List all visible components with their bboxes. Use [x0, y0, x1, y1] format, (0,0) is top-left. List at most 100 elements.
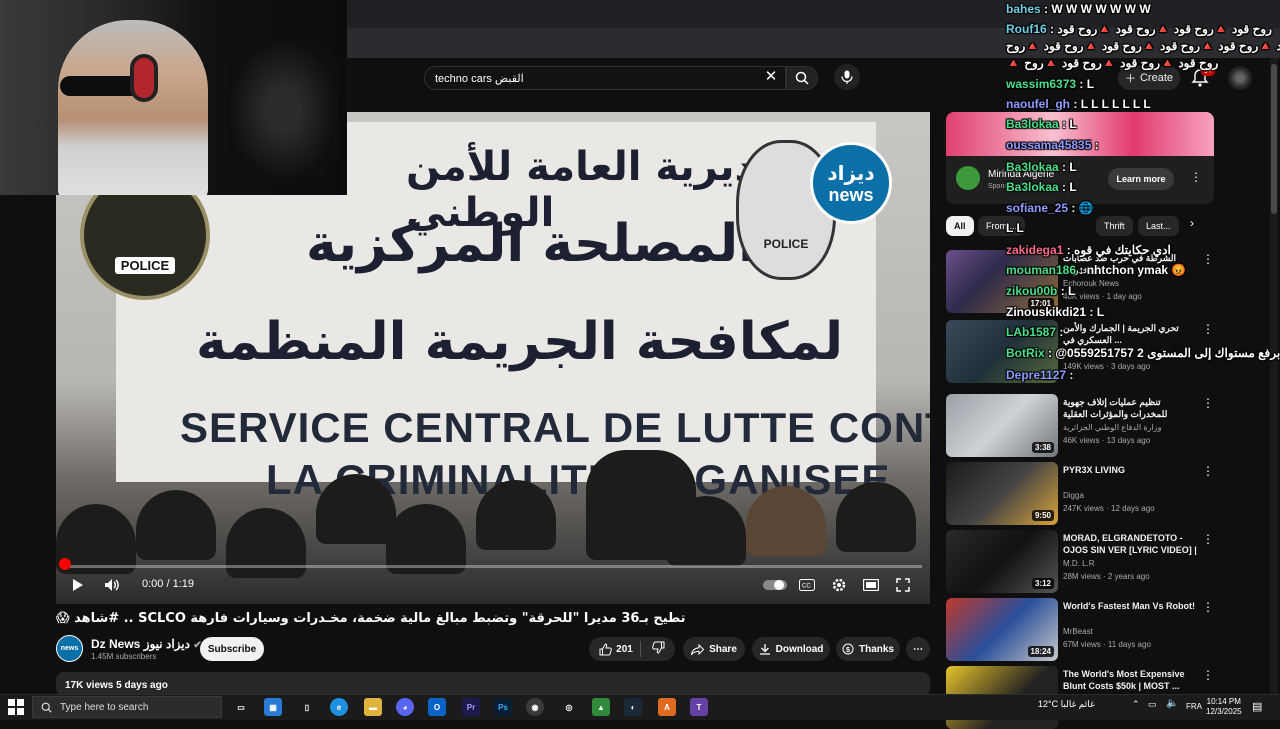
network-icon[interactable]: ▭: [1148, 699, 1157, 710]
chat-text: nhtchon ymak 😡: [1086, 263, 1187, 277]
steam-icon[interactable]: ◐: [624, 698, 642, 716]
like-divider: [640, 641, 641, 657]
search-icon: [795, 71, 809, 85]
reco-channel[interactable]: M.D. L.R: [1063, 559, 1095, 568]
dislike-button[interactable]: [652, 641, 665, 657]
clear-search-icon[interactable]: ✕: [762, 68, 780, 86]
search-button[interactable]: [786, 66, 818, 90]
volume-button[interactable]: [102, 576, 122, 594]
theater-mode-button[interactable]: [860, 576, 882, 594]
chat-text: 🌐: [1078, 201, 1094, 215]
reco-title[interactable]: MORAD, ELGRANDETOTO - OJOS SIN VER [LYRI…: [1063, 532, 1199, 556]
app-icon-orange[interactable]: A: [658, 698, 676, 716]
chat-message: LAb1587 :: [1006, 325, 1063, 339]
twitch-icon[interactable]: T: [690, 698, 708, 716]
chat-username: LAb1587: [1006, 325, 1057, 339]
like-button[interactable]: 201: [599, 642, 633, 656]
description-box[interactable]: [56, 672, 930, 696]
chat-separator: :: [1076, 77, 1087, 91]
channel-name[interactable]: Dz News ديزاد نيوز ✔: [91, 637, 202, 651]
like-dislike-group: 201: [589, 637, 675, 661]
edge-icon[interactable]: e: [330, 698, 348, 716]
share-icon: [691, 643, 705, 655]
crowd-person: [476, 480, 556, 550]
chat-message: 🔺 روح قود 🔺روح قود 🔺روح قود 🔺روح: [1006, 56, 1218, 70]
chrome-icon[interactable]: ◉: [526, 698, 544, 716]
chat-text: قود 🔺روح قود 🔺روح قود 🔺روح قود 🔺روح قود …: [1006, 39, 1280, 53]
microphone-icon: [841, 70, 853, 84]
fullscreen-button[interactable]: [892, 576, 914, 594]
reco-channel[interactable]: وزارة الدفاع الوطني الجزائرية: [1063, 423, 1161, 432]
store-icon[interactable]: ▦: [264, 698, 282, 716]
outlook-icon[interactable]: O: [428, 698, 446, 716]
premiere-icon[interactable]: Pr: [462, 698, 480, 716]
reco-title[interactable]: PYR3X LIVING: [1063, 464, 1199, 476]
chat-username: zakidega1: [1006, 243, 1064, 257]
search-input[interactable]: techno cars القبض: [424, 66, 786, 90]
captions-button[interactable]: CC: [796, 576, 818, 594]
reco-title[interactable]: The World's Most Expensive Blunt Costs $…: [1063, 668, 1199, 692]
speaker-icon[interactable]: 🔈: [1166, 698, 1178, 709]
chat-message: oussama45835 :: [1006, 138, 1099, 152]
reco-title[interactable]: World's Fastest Man Vs Robot!: [1063, 600, 1199, 612]
app-icon-green[interactable]: ▲: [592, 698, 610, 716]
file-explorer-icon[interactable]: ▬: [364, 698, 382, 716]
reco-more-icon[interactable]: ⋮: [1202, 464, 1214, 478]
reco-thumbnail[interactable]: 3:38: [946, 394, 1058, 457]
reco-more-icon[interactable]: ⋮: [1202, 600, 1214, 614]
chat-username: Depre1127: [1006, 368, 1067, 382]
chat-username: Rouf16: [1006, 22, 1047, 36]
thanks-button[interactable]: $ Thanks: [836, 637, 900, 661]
photoshop-icon[interactable]: Ps: [494, 698, 512, 716]
input-language[interactable]: FRA: [1186, 702, 1202, 711]
subscribe-button[interactable]: Subscribe: [200, 637, 264, 661]
like-count: 201: [616, 643, 633, 655]
progress-scrubber[interactable]: [59, 558, 71, 570]
chat-separator: :: [1086, 305, 1097, 319]
chat-text: L: [1069, 117, 1077, 131]
reco-duration: 3:38: [1031, 442, 1054, 453]
chip-all[interactable]: All: [946, 216, 974, 236]
police-emblem-left-text: POLICE: [114, 257, 176, 274]
reco-channel[interactable]: MrBeast: [1063, 627, 1093, 636]
reco-channel[interactable]: Digga: [1063, 491, 1084, 500]
thumbs-up-icon: [599, 642, 612, 655]
voice-search-button[interactable]: [834, 64, 860, 90]
chat-message: zikou00b : L: [1006, 284, 1075, 298]
thanks-label: Thanks: [858, 643, 894, 655]
chat-text: @0559251757 قمت برفع مستواك إلى المستوى …: [1055, 346, 1280, 360]
autoplay-toggle[interactable]: [762, 576, 788, 594]
play-button[interactable]: [68, 576, 88, 594]
more-actions-button[interactable]: ⋯: [906, 637, 930, 661]
download-button[interactable]: Download: [752, 637, 830, 661]
reco-meta: 67M views · 11 days ago: [1063, 640, 1151, 649]
chat-separator: :: [1056, 325, 1064, 339]
reco-thumbnail[interactable]: 3:12: [946, 530, 1058, 593]
obs-icon[interactable]: ◎: [560, 698, 578, 716]
file-icon[interactable]: ▯: [298, 698, 316, 716]
reco-more-icon[interactable]: ⋮: [1202, 668, 1214, 682]
chat-message: قود 🔺روح قود 🔺روح قود 🔺روح قود 🔺روح قود …: [1006, 39, 1280, 53]
chat-text: L: [1068, 284, 1076, 298]
reco-thumbnail[interactable]: 18:24: [946, 598, 1058, 661]
chat-separator: :: [1091, 138, 1099, 152]
stream-chat-overlay: bahes : W W W W W W W Rouf16 : روح قود 🔺ر…: [1006, 0, 1280, 400]
reco-thumbnail[interactable]: 9:50: [946, 462, 1058, 525]
chat-text: 🔺 روح قود 🔺روح قود 🔺روح قود 🔺روح: [1006, 56, 1219, 70]
chat-message: naoufel_gh : L L L L L L L: [1006, 97, 1151, 111]
chevron-up-icon[interactable]: ⌃: [1132, 699, 1140, 710]
taskbar-search[interactable]: Type here to search: [32, 696, 222, 718]
chat-text: L: [1069, 180, 1077, 194]
system-clock[interactable]: 10:14 PM 12/3/2025: [1206, 697, 1242, 717]
weather-widget[interactable]: 12°C غائم غالبا: [1038, 699, 1095, 710]
progress-bar[interactable]: [64, 565, 922, 568]
share-button[interactable]: Share: [683, 637, 745, 661]
search-icon: [41, 702, 52, 713]
notification-center-icon[interactable]: ▤: [1252, 700, 1262, 713]
task-view-icon[interactable]: ▭: [232, 698, 250, 716]
channel-avatar[interactable]: news: [56, 635, 83, 662]
discord-icon[interactable]: ◕: [396, 698, 414, 716]
reco-more-icon[interactable]: ⋮: [1202, 532, 1214, 546]
windows-start-icon[interactable]: [8, 699, 24, 715]
settings-button[interactable]: [828, 576, 850, 594]
